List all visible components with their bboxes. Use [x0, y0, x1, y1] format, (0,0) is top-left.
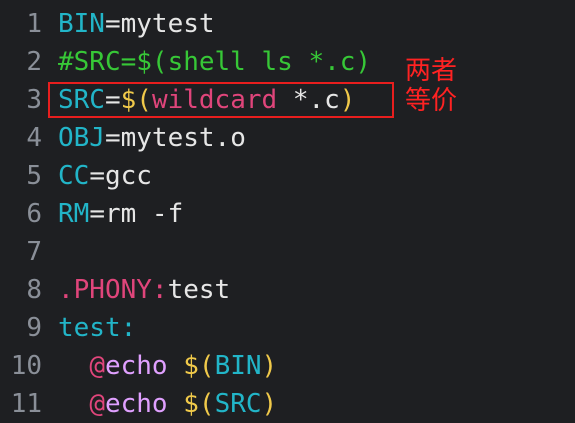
annotation-line-2: 等价	[405, 86, 458, 116]
code-line[interactable]: 1 BIN=mytest	[0, 5, 575, 43]
code-token: $(	[183, 389, 215, 419]
code-text: CC=gcc	[58, 157, 152, 195]
code-line[interactable]: 11 @echo $(SRC)	[0, 385, 575, 423]
code-token: BIN	[214, 351, 262, 381]
code-token: $(	[183, 351, 215, 381]
code-text: BIN=mytest	[58, 5, 215, 43]
code-text: .PHONY:test	[58, 271, 230, 309]
code-text: #SRC=$(shell ls *.c)	[58, 43, 371, 81]
code-text: RM=rm -f	[58, 195, 183, 233]
code-token: @	[89, 351, 105, 381]
code-token: =rm -f	[89, 199, 184, 229]
annotation-note: 两者 等价	[405, 56, 457, 116]
code-line[interactable]: 6 RM=rm -f	[0, 195, 575, 233]
line-number: 4	[26, 123, 42, 153]
code-token: =mytest.o	[104, 123, 246, 153]
line-number: 1	[26, 9, 42, 39]
line-number: 5	[26, 161, 42, 191]
line-number: 10	[10, 351, 42, 381]
line-number: 8	[26, 275, 42, 305]
code-token: =mytest	[104, 9, 215, 39]
code-token: test:	[58, 313, 137, 343]
code-token: @	[89, 389, 105, 419]
code-text: test:	[58, 309, 136, 347]
code-token: =gcc	[89, 161, 152, 191]
code-token: CC	[58, 161, 90, 191]
line-number: 9	[26, 313, 42, 343]
code-line[interactable]: 5 CC=gcc	[0, 157, 575, 195]
line-number: 7	[26, 237, 42, 267]
code-token: #SRC=$(shell ls *.c)	[58, 47, 372, 77]
code-line[interactable]: 10 @echo $(BIN)	[0, 347, 575, 385]
line-number: 3	[26, 85, 42, 115]
code-line[interactable]: 7	[0, 233, 575, 271]
code-token: RM	[58, 199, 90, 229]
code-token: )	[261, 389, 278, 419]
code-line[interactable]: 8 .PHONY:test	[0, 271, 575, 309]
code-token: test	[167, 275, 231, 305]
code-token: .PHONY:	[58, 275, 168, 305]
code-token: )	[261, 351, 278, 381]
code-token: echo	[104, 351, 168, 381]
code-line[interactable]: 2 #SRC=$(shell ls *.c)	[0, 43, 575, 81]
code-text: OBJ=mytest.o	[58, 119, 246, 157]
code-text: @echo $(SRC)	[58, 385, 277, 423]
line-number: 2	[26, 47, 42, 77]
code-line[interactable]: 4 OBJ=mytest.o	[0, 119, 575, 157]
code-text: @echo $(BIN)	[58, 347, 277, 385]
code-line[interactable]: 9 test:	[0, 309, 575, 347]
code-editor[interactable]: 1 BIN=mytest 2 #SRC=$(shell ls *.c) 3 SRC=$(w…	[0, 0, 575, 421]
code-token: OBJ	[58, 123, 105, 153]
annotation-line-1: 两者	[405, 56, 458, 86]
code-token: echo	[104, 389, 168, 419]
line-number: 6	[26, 199, 42, 229]
code-token: BIN	[58, 9, 105, 39]
code-token: SRC	[214, 389, 262, 419]
line-number: 11	[10, 389, 42, 419]
highlight-box	[48, 82, 394, 118]
